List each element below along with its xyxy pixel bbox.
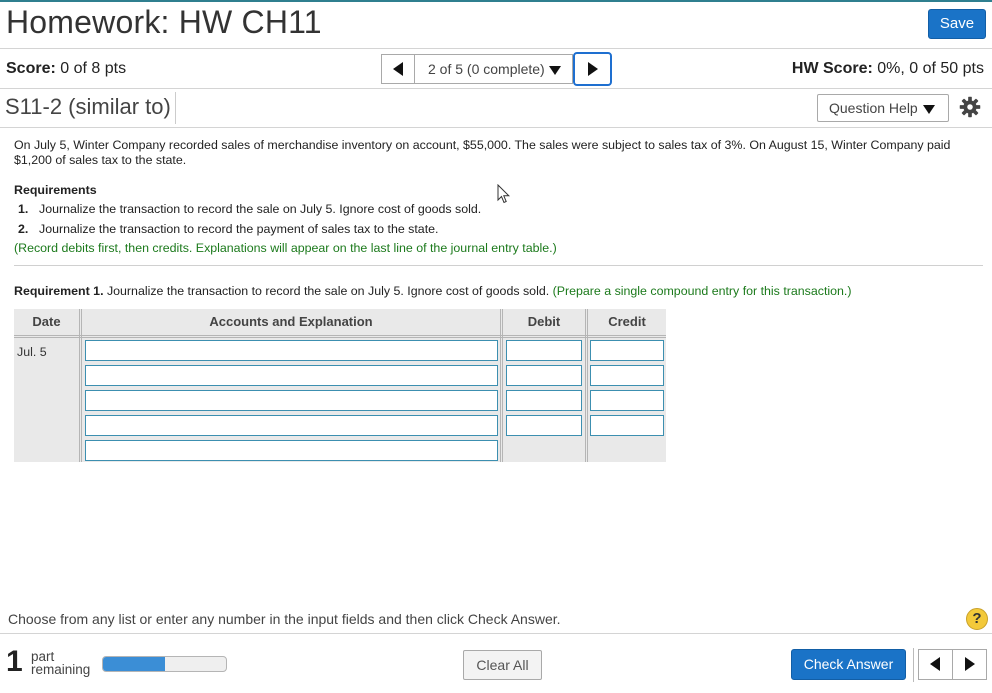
instructions-note: (Record debits first, then credits. Expl… [14, 241, 557, 255]
account-input[interactable] [85, 415, 498, 436]
requirement-1-label: Requirement 1. [14, 284, 104, 298]
header-rule [14, 335, 666, 338]
triangle-right-icon [965, 657, 975, 671]
hw-score-display: HW Score: 0%, 0 of 50 pts [792, 60, 984, 78]
parts-remaining-label: part remaining [31, 650, 91, 677]
footer-separator [913, 648, 914, 682]
header-divider [0, 48, 992, 49]
page-title: Homework: HW CH11 [6, 4, 322, 40]
question-title: S11-2 (similar to) [5, 94, 171, 119]
debit-input[interactable] [506, 390, 582, 411]
score-value: 0 of 8 pts [55, 60, 127, 77]
column-header-date: Date [14, 309, 79, 335]
top-accent-line [0, 0, 992, 2]
explanation-input[interactable] [85, 440, 498, 461]
column-rule [585, 309, 588, 462]
next-question-button[interactable] [573, 52, 612, 86]
question-selector-dropdown[interactable]: 2 of 5 (0 complete) [414, 54, 573, 84]
credit-input[interactable] [590, 365, 664, 386]
title-separator [175, 92, 176, 124]
triangle-right-icon [588, 62, 598, 76]
score-display: Score: 0 of 8 pts [6, 60, 126, 78]
question-selector-label: 2 of 5 (0 complete) [428, 61, 545, 77]
column-rule [79, 309, 82, 462]
triangle-left-icon [930, 657, 940, 671]
requirement-item: 1. Journalize the transaction to record t… [18, 202, 481, 216]
progress-bar [102, 656, 227, 672]
status-divider [0, 88, 992, 89]
footer-divider [0, 633, 992, 634]
journal-entry-table: Date Accounts and Explanation Debit Cred… [14, 309, 666, 462]
caret-down-icon [922, 104, 935, 114]
credit-input[interactable] [590, 390, 664, 411]
check-answer-button[interactable]: Check Answer [791, 649, 906, 680]
requirement-number: 2. [18, 222, 29, 236]
question-help-dropdown[interactable]: Question Help [817, 94, 949, 122]
requirement-text: Journalize the transaction to record the… [39, 202, 482, 216]
progress-bar-fill [103, 657, 165, 671]
footer-hint: Choose from any list or enter any number… [8, 611, 561, 627]
requirement-1-hint: (Prepare a single compound entry for thi… [552, 284, 852, 298]
column-rule [500, 309, 503, 462]
requirement-number: 1. [18, 202, 29, 216]
save-button[interactable]: Save [928, 9, 986, 39]
mouse-cursor-icon [497, 184, 511, 204]
requirement-1-text: Journalize the transaction to record the… [103, 284, 553, 298]
parts-label-line2: remaining [31, 662, 91, 677]
gear-icon[interactable] [959, 96, 981, 118]
clear-all-button[interactable]: Clear All [463, 650, 542, 680]
question-pager [918, 649, 987, 680]
caret-down-icon [548, 65, 561, 75]
entry-date: Jul. 5 [17, 345, 47, 359]
credit-input[interactable] [590, 415, 664, 436]
pager-previous-button[interactable] [919, 650, 952, 679]
section-divider [14, 265, 983, 266]
hw-score-value: 0%, 0 of 50 pts [872, 60, 984, 77]
question-help-label: Question Help [829, 100, 918, 116]
account-input[interactable] [85, 390, 498, 411]
debit-input[interactable] [506, 415, 582, 436]
question-circle-icon[interactable]: ? [966, 608, 988, 630]
credit-input[interactable] [590, 340, 664, 361]
parts-remaining-count: 1 [6, 645, 23, 678]
column-header-credit: Credit [588, 309, 666, 335]
problem-statement: On July 5, Winter Company recorded sales… [14, 138, 951, 167]
column-header-debit: Debit [503, 309, 585, 335]
account-input[interactable] [85, 365, 498, 386]
column-header-accounts: Accounts and Explanation [82, 309, 500, 335]
debit-input[interactable] [506, 340, 582, 361]
requirements-heading: Requirements [14, 183, 97, 197]
previous-question-button[interactable] [381, 54, 415, 84]
requirement-item: 2. Journalize the transaction to record t… [18, 222, 438, 236]
account-input[interactable] [85, 340, 498, 361]
debit-input[interactable] [506, 365, 582, 386]
score-label: Score: [6, 60, 56, 77]
pager-next-button[interactable] [953, 650, 986, 679]
hw-score-label: HW Score: [791, 60, 873, 77]
triangle-left-icon [393, 62, 403, 76]
requirement-1-prompt: Requirement 1. Journalize the transactio… [14, 284, 852, 298]
requirement-text: Journalize the transaction to record the… [39, 222, 439, 236]
question-divider [0, 127, 992, 128]
